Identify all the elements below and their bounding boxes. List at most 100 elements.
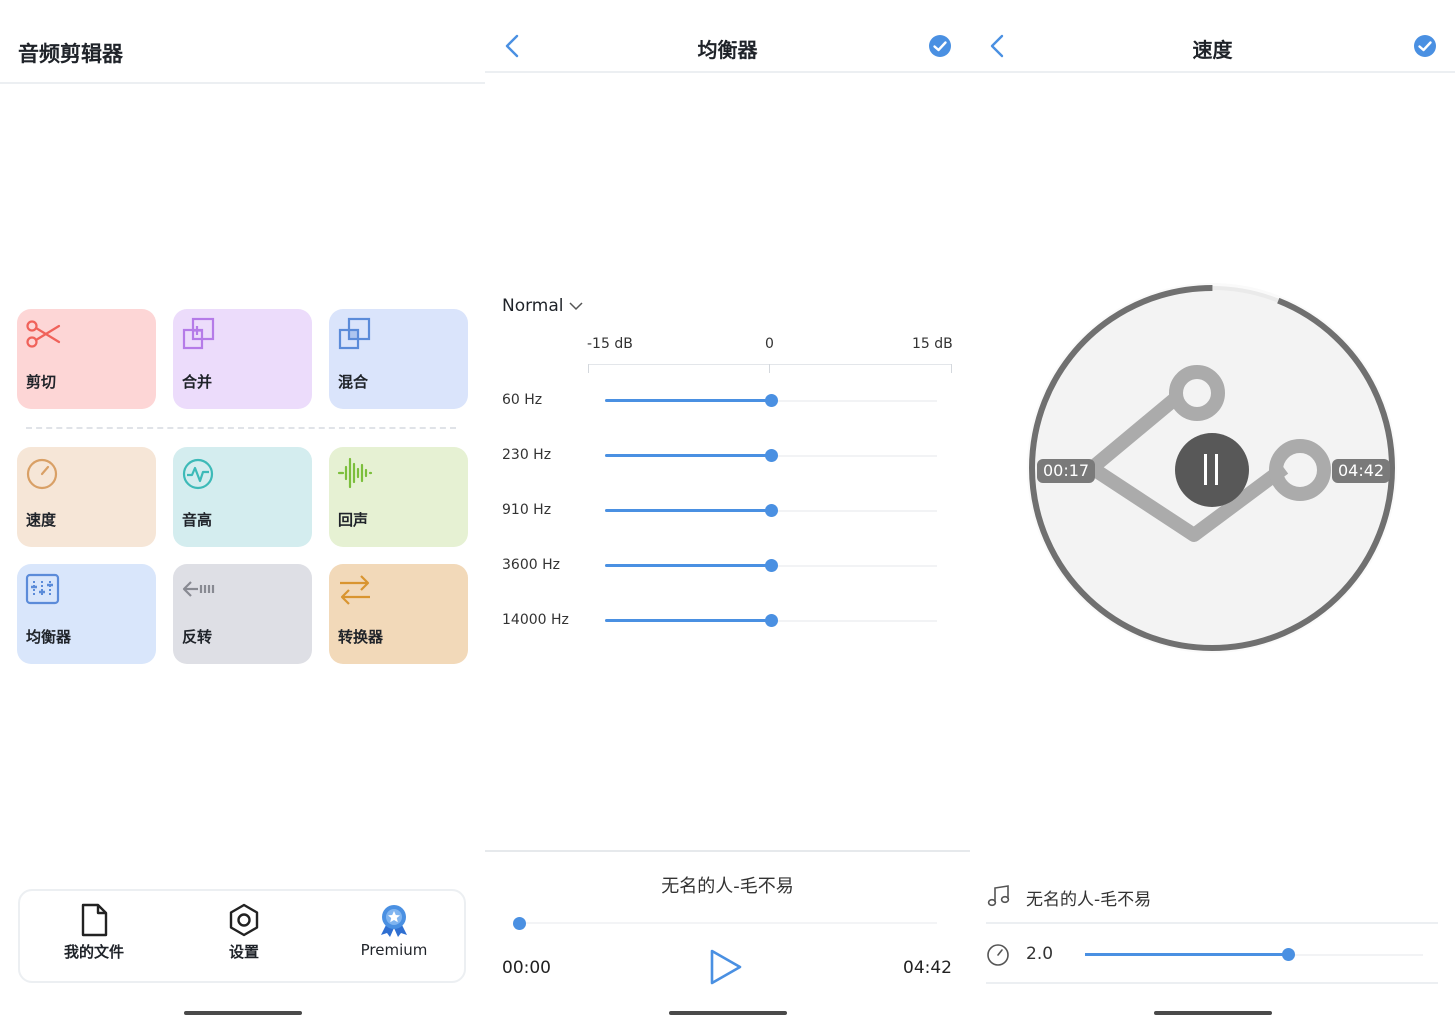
header-divider [485,71,970,73]
nav-my-files[interactable]: 我的文件 [34,903,154,962]
band-slider-knob[interactable] [765,394,778,407]
tool-label: 剪切 [26,373,57,391]
pause-button[interactable] [1175,433,1249,507]
band-label: 910 Hz [502,502,552,518]
nav-premium[interactable]: Premium [334,903,454,959]
home-indicator [1154,1011,1272,1015]
band-label: 14000 Hz [502,612,569,628]
home-indicator [669,1011,787,1015]
tool-label: 转换器 [338,628,384,646]
song-row: 无名的人-毛不易 [970,876,1455,916]
band-slider[interactable] [605,449,937,462]
confirm-check-icon[interactable] [1413,34,1437,58]
tool-tile[interactable]: 回声 [329,447,468,547]
scale-min-label: -15 dB [587,336,633,352]
convert-icon [337,572,373,608]
preset-value: Normal [502,296,564,316]
tool-label: 速度 [26,511,57,529]
pause-icon [1204,454,1207,485]
reverse-icon [181,572,217,608]
progress-knob[interactable] [513,917,526,930]
header-divider [0,82,485,84]
band-label: 230 Hz [502,447,552,463]
band-slider-fill [605,564,771,567]
band-slider[interactable] [605,614,937,627]
tool-tile[interactable]: 合并 [173,309,312,409]
tool-label: 反转 [182,628,213,646]
speed-slider-knob[interactable] [1281,948,1295,961]
tool-label: 回声 [338,511,369,529]
tool-tile[interactable]: 转换器 [329,564,468,664]
scale-tick [951,364,952,373]
band-slider-fill [605,619,771,622]
app-title: 音频剪辑器 [18,42,123,66]
song-title: 无名的人-毛不易 [661,876,794,897]
tool-label: 音高 [182,511,213,529]
tool-tile[interactable]: 混合 [329,309,468,409]
band-slider-fill [605,454,771,457]
pitch-icon [181,455,217,491]
tool-label: 混合 [338,373,369,391]
band-row: 3600 Hz [485,551,970,581]
band-slider-knob[interactable] [765,614,778,627]
band-slider-knob[interactable] [765,449,778,462]
band-slider[interactable] [605,394,937,407]
file-icon [81,903,108,937]
row-divider [986,982,1438,984]
nav-settings[interactable]: 设置 [184,903,304,962]
scale-mid-label: 0 [765,336,774,352]
tool-tile[interactable]: 反转 [173,564,312,664]
page-title: 速度 [1192,38,1233,62]
band-slider[interactable] [605,559,937,572]
speed-icon [25,455,61,491]
nav-label-premium: Premium [360,941,428,959]
tool-tile[interactable]: 均衡器 [17,564,156,664]
speed-value: 2.0 [1026,944,1054,964]
mix-icon [337,317,373,353]
tool-label: 合并 [182,373,213,391]
scale-tick [769,364,770,373]
nav-label-files: 我的文件 [63,943,124,961]
total-time-badge: 04:42 [1332,459,1391,483]
band-slider-fill [605,399,771,402]
band-slider-knob[interactable] [765,504,778,517]
bottom-nav: 我的文件 设置 Premium [18,889,466,983]
confirm-check-icon[interactable] [928,34,952,58]
premium-badge-icon [381,905,407,937]
scissors-icon [25,317,61,353]
settings-icon [229,903,259,937]
pause-icon [1215,454,1218,485]
header-divider [970,71,1455,73]
progress-track[interactable] [519,922,937,924]
nav-label-settings: 设置 [228,943,259,961]
speed-slider-fill [1085,953,1288,956]
speed-gauge-icon [987,944,1009,966]
band-row: 910 Hz [485,496,970,526]
song-title: 无名的人-毛不易 [1026,890,1152,910]
section-divider [26,427,456,429]
band-slider-knob[interactable] [765,559,778,572]
home-indicator [184,1011,302,1015]
merge-icon [181,317,217,353]
band-slider[interactable] [605,504,937,517]
band-slider-fill [605,509,771,512]
tool-tile[interactable]: 速度 [17,447,156,547]
speed-screen: 速度 00:17 04:42 无名的人-毛不易 2.0 [970,0,1455,1027]
play-icon[interactable] [708,948,744,986]
page-title: 均衡器 [697,38,758,62]
current-time-badge: 00:17 [1037,459,1096,483]
music-note-icon [987,885,1010,907]
equalizer-icon [25,572,61,608]
scale-tick [588,364,589,373]
speed-slider[interactable] [1085,948,1423,961]
current-time: 00:00 [502,958,551,978]
preset-dropdown[interactable]: Normal [502,296,584,316]
band-label: 60 Hz [502,392,543,408]
tool-tile[interactable]: 音高 [173,447,312,547]
band-row: 230 Hz [485,441,970,471]
tool-tile[interactable]: 剪切 [17,309,156,409]
row-divider [986,922,1438,924]
band-label: 3600 Hz [502,557,560,573]
band-row: 14000 Hz [485,606,970,636]
chevron-down-icon [568,302,583,311]
